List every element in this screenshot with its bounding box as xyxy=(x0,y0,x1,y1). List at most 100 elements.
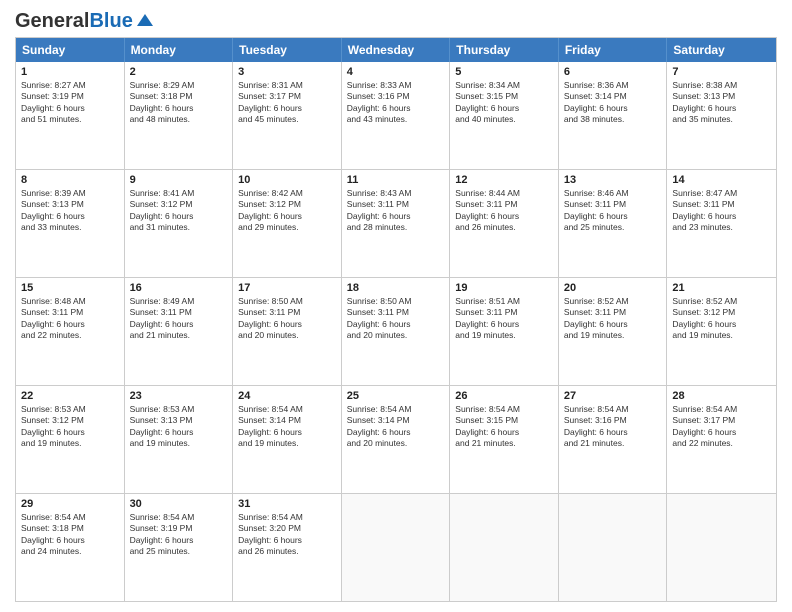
cell-text: Sunrise: 8:43 AMSunset: 3:11 PMDaylight:… xyxy=(347,188,445,234)
cal-cell xyxy=(559,494,668,601)
cal-header-cell: Sunday xyxy=(16,38,125,62)
cal-cell: 17 Sunrise: 8:50 AMSunset: 3:11 PMDayligh… xyxy=(233,278,342,385)
cell-text: Sunrise: 8:54 AMSunset: 3:17 PMDaylight:… xyxy=(672,404,771,450)
day-number: 15 xyxy=(21,282,119,294)
day-number: 29 xyxy=(21,498,119,510)
logo-text: GeneralBlue xyxy=(15,10,133,33)
cal-cell: 20Sunrise: 8:52 AMSunset: 3:11 PMDayligh… xyxy=(559,278,668,385)
day-number: 7 xyxy=(672,66,771,78)
cell-text: Sunrise: 8:48 AMSunset: 3:11 PMDaylight:… xyxy=(21,296,119,342)
cell-text: Sunrise: 8:36 AMSunset: 3:14 PMDaylight:… xyxy=(564,80,662,126)
day-number: 24 xyxy=(238,390,336,402)
day-number: 30 xyxy=(130,498,228,510)
day-number: 12 xyxy=(455,174,553,186)
calendar-header: SundayMondayTuesdayWednesdayThursdayFrid… xyxy=(16,38,776,62)
cal-header-cell: Monday xyxy=(125,38,234,62)
day-number: 19 xyxy=(455,282,553,294)
day-number: 10 xyxy=(238,174,336,186)
cal-cell: 3 Sunrise: 8:31 AMSunset: 3:17 PMDaylight… xyxy=(233,62,342,169)
cell-text: Sunrise: 8:53 AMSunset: 3:12 PMDaylight:… xyxy=(21,404,119,450)
cal-cell: 15 Sunrise: 8:48 AMSunset: 3:11 PMDayligh… xyxy=(16,278,125,385)
cell-text: Sunrise: 8:54 AMSunset: 3:16 PMDaylight:… xyxy=(564,404,662,450)
header: GeneralBlue xyxy=(15,10,777,33)
day-number: 20 xyxy=(564,282,662,294)
cell-text: Sunrise: 8:31 AMSunset: 3:17 PMDaylight:… xyxy=(238,80,336,126)
logo-icon: GeneralBlue xyxy=(15,10,155,33)
cal-cell: 10 Sunrise: 8:42 AMSunset: 3:12 PMDayligh… xyxy=(233,170,342,277)
cal-header-cell: Wednesday xyxy=(342,38,451,62)
cal-week-row: 8 Sunrise: 8:39 AMSunset: 3:13 PMDaylight… xyxy=(16,169,776,277)
cal-cell: 8 Sunrise: 8:39 AMSunset: 3:13 PMDaylight… xyxy=(16,170,125,277)
day-number: 3 xyxy=(238,66,336,78)
cal-cell: 5Sunrise: 8:34 AMSunset: 3:15 PMDaylight… xyxy=(450,62,559,169)
cell-text: Sunrise: 8:39 AMSunset: 3:13 PMDaylight:… xyxy=(21,188,119,234)
cal-cell: 7Sunrise: 8:38 AMSunset: 3:13 PMDaylight… xyxy=(667,62,776,169)
cal-cell: 22 Sunrise: 8:53 AMSunset: 3:12 PMDayligh… xyxy=(16,386,125,493)
cell-text: Sunrise: 8:44 AMSunset: 3:11 PMDaylight:… xyxy=(455,188,553,234)
day-number: 25 xyxy=(347,390,445,402)
cell-text: Sunrise: 8:51 AMSunset: 3:11 PMDaylight:… xyxy=(455,296,553,342)
page: GeneralBlue SundayMondayTuesdayWednesday… xyxy=(0,0,792,612)
cell-text: Sunrise: 8:47 AMSunset: 3:11 PMDaylight:… xyxy=(672,188,771,234)
cell-text: Sunrise: 8:54 AMSunset: 3:14 PMDaylight:… xyxy=(238,404,336,450)
day-number: 21 xyxy=(672,282,771,294)
cal-week-row: 29 Sunrise: 8:54 AMSunset: 3:18 PMDayligh… xyxy=(16,493,776,601)
cell-text: Sunrise: 8:50 AMSunset: 3:11 PMDaylight:… xyxy=(238,296,336,342)
cell-text: Sunrise: 8:29 AMSunset: 3:18 PMDaylight:… xyxy=(130,80,228,126)
cal-cell: 24 Sunrise: 8:54 AMSunset: 3:14 PMDayligh… xyxy=(233,386,342,493)
cal-cell xyxy=(450,494,559,601)
cal-header-cell: Saturday xyxy=(667,38,776,62)
logo: GeneralBlue xyxy=(15,10,155,33)
cell-text: Sunrise: 8:49 AMSunset: 3:11 PMDaylight:… xyxy=(130,296,228,342)
day-number: 22 xyxy=(21,390,119,402)
calendar: SundayMondayTuesdayWednesdayThursdayFrid… xyxy=(15,37,777,602)
cell-text: Sunrise: 8:52 AMSunset: 3:12 PMDaylight:… xyxy=(672,296,771,342)
day-number: 17 xyxy=(238,282,336,294)
cal-cell: 23Sunrise: 8:53 AMSunset: 3:13 PMDayligh… xyxy=(125,386,234,493)
cal-cell: 27 Sunrise: 8:54 AMSunset: 3:16 PMDayligh… xyxy=(559,386,668,493)
cal-cell: 16 Sunrise: 8:49 AMSunset: 3:11 PMDayligh… xyxy=(125,278,234,385)
cell-text: Sunrise: 8:46 AMSunset: 3:11 PMDaylight:… xyxy=(564,188,662,234)
day-number: 2 xyxy=(130,66,228,78)
cell-text: Sunrise: 8:33 AMSunset: 3:16 PMDaylight:… xyxy=(347,80,445,126)
cal-cell: 30 Sunrise: 8:54 AMSunset: 3:19 PMDayligh… xyxy=(125,494,234,601)
cell-text: Sunrise: 8:27 AMSunset: 3:19 PMDaylight:… xyxy=(21,80,119,126)
day-number: 16 xyxy=(130,282,228,294)
cell-text: Sunrise: 8:54 AMSunset: 3:20 PMDaylight:… xyxy=(238,512,336,558)
day-number: 26 xyxy=(455,390,553,402)
logo-arrow-icon xyxy=(135,12,155,32)
cal-week-row: 15 Sunrise: 8:48 AMSunset: 3:11 PMDayligh… xyxy=(16,277,776,385)
cal-cell: 9Sunrise: 8:41 AMSunset: 3:12 PMDaylight… xyxy=(125,170,234,277)
day-number: 13 xyxy=(564,174,662,186)
cal-cell: 1 Sunrise: 8:27 AMSunset: 3:19 PMDaylight… xyxy=(16,62,125,169)
day-number: 23 xyxy=(130,390,228,402)
cal-cell: 4 Sunrise: 8:33 AMSunset: 3:16 PMDaylight… xyxy=(342,62,451,169)
cal-cell: 18 Sunrise: 8:50 AMSunset: 3:11 PMDayligh… xyxy=(342,278,451,385)
cal-header-cell: Thursday xyxy=(450,38,559,62)
cal-cell: 13 Sunrise: 8:46 AMSunset: 3:11 PMDayligh… xyxy=(559,170,668,277)
day-number: 14 xyxy=(672,174,771,186)
cell-text: Sunrise: 8:42 AMSunset: 3:12 PMDaylight:… xyxy=(238,188,336,234)
day-number: 4 xyxy=(347,66,445,78)
day-number: 6 xyxy=(564,66,662,78)
cell-text: Sunrise: 8:54 AMSunset: 3:15 PMDaylight:… xyxy=(455,404,553,450)
day-number: 8 xyxy=(21,174,119,186)
day-number: 27 xyxy=(564,390,662,402)
cell-text: Sunrise: 8:54 AMSunset: 3:14 PMDaylight:… xyxy=(347,404,445,450)
cal-cell: 25 Sunrise: 8:54 AMSunset: 3:14 PMDayligh… xyxy=(342,386,451,493)
day-number: 18 xyxy=(347,282,445,294)
cal-cell: 31Sunrise: 8:54 AMSunset: 3:20 PMDayligh… xyxy=(233,494,342,601)
cal-cell: 11Sunrise: 8:43 AMSunset: 3:11 PMDayligh… xyxy=(342,170,451,277)
day-number: 1 xyxy=(21,66,119,78)
cell-text: Sunrise: 8:54 AMSunset: 3:18 PMDaylight:… xyxy=(21,512,119,558)
cell-text: Sunrise: 8:50 AMSunset: 3:11 PMDaylight:… xyxy=(347,296,445,342)
cal-header-cell: Friday xyxy=(559,38,668,62)
cal-header-cell: Tuesday xyxy=(233,38,342,62)
cal-cell: 14 Sunrise: 8:47 AMSunset: 3:11 PMDayligh… xyxy=(667,170,776,277)
cal-cell: 28Sunrise: 8:54 AMSunset: 3:17 PMDayligh… xyxy=(667,386,776,493)
cal-cell: 26 Sunrise: 8:54 AMSunset: 3:15 PMDayligh… xyxy=(450,386,559,493)
cal-cell xyxy=(342,494,451,601)
calendar-body: 1 Sunrise: 8:27 AMSunset: 3:19 PMDaylight… xyxy=(16,62,776,601)
cell-text: Sunrise: 8:54 AMSunset: 3:19 PMDaylight:… xyxy=(130,512,228,558)
cell-text: Sunrise: 8:41 AMSunset: 3:12 PMDaylight:… xyxy=(130,188,228,234)
